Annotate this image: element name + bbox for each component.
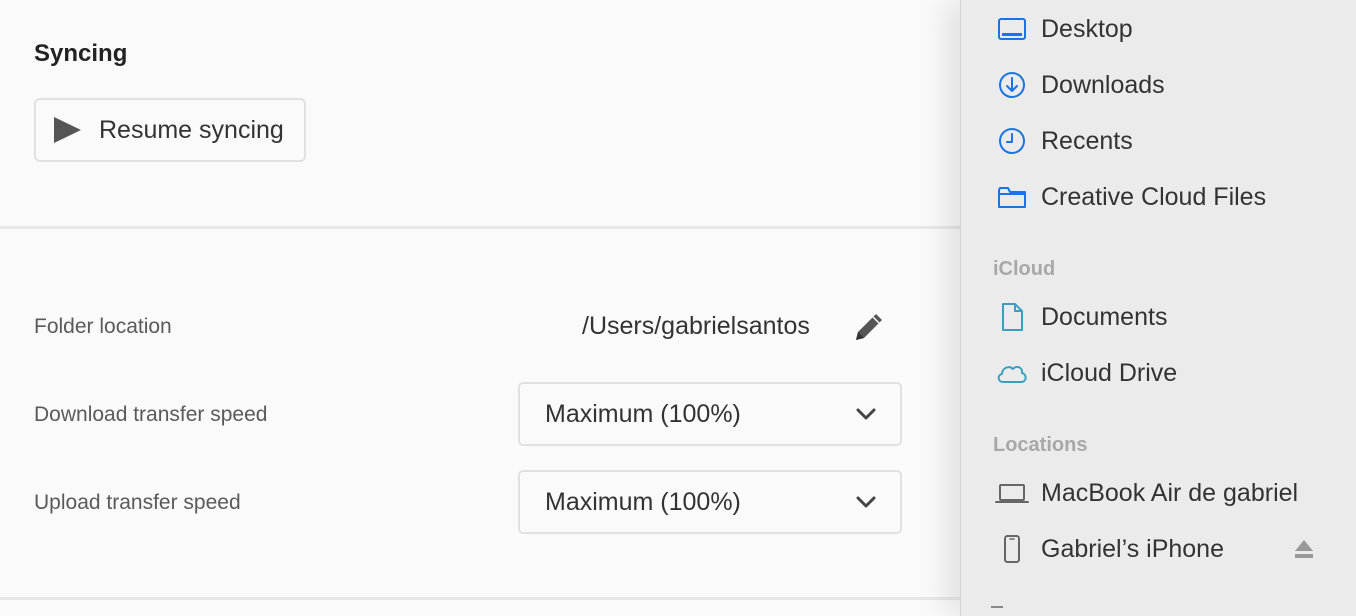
document-icon bbox=[1002, 303, 1023, 331]
play-icon bbox=[54, 117, 81, 143]
section-divider bbox=[0, 226, 960, 229]
folder-icon bbox=[998, 187, 1026, 208]
sidebar-item-label: Downloads bbox=[1041, 70, 1165, 99]
sidebar-section-icloud: iCloud bbox=[993, 258, 1056, 280]
sidebar-item-icloud-drive[interactable]: iCloud Drive bbox=[961, 348, 1356, 398]
resume-syncing-label: Resume syncing bbox=[99, 115, 284, 144]
resume-syncing-button[interactable]: Resume syncing bbox=[34, 98, 306, 162]
download-speed-value: Maximum (100%) bbox=[545, 399, 741, 428]
sidebar-item-label: Desktop bbox=[1041, 14, 1133, 43]
downloads-icon bbox=[999, 72, 1025, 98]
upload-speed-value: Maximum (100%) bbox=[545, 487, 741, 516]
sidebar-item-label: Recents bbox=[1041, 126, 1133, 155]
laptop-icon bbox=[995, 484, 1029, 503]
sidebar-item-recents[interactable]: Recents bbox=[961, 116, 1356, 166]
sidebar-item-macbook[interactable]: MacBook Air de gabriel bbox=[961, 468, 1356, 518]
upload-speed-label: Upload transfer speed bbox=[34, 491, 241, 514]
folder-location-label: Folder location bbox=[34, 315, 172, 338]
chevron-down-icon bbox=[856, 496, 876, 508]
eject-icon[interactable] bbox=[1293, 537, 1315, 561]
finder-sidebar: Desktop Downloads Recents Creative Cloud… bbox=[960, 0, 1356, 616]
desktop-icon bbox=[998, 18, 1026, 40]
chevron-down-icon bbox=[856, 408, 876, 420]
upload-speed-select[interactable]: Maximum (100%) bbox=[518, 470, 902, 534]
sidebar-item-label: Gabriel’s iPhone bbox=[1041, 534, 1224, 563]
download-speed-label: Download transfer speed bbox=[34, 403, 268, 426]
settings-panel: Syncing Resume syncing Folder location /… bbox=[0, 0, 960, 616]
sidebar-item-label: MacBook Air de gabriel bbox=[1041, 478, 1299, 507]
partial-sidebar-item bbox=[991, 606, 1003, 616]
sidebar-item-creative-cloud-files[interactable]: Creative Cloud Files bbox=[961, 172, 1356, 222]
sidebar-item-downloads[interactable]: Downloads bbox=[961, 60, 1356, 110]
download-speed-select[interactable]: Maximum (100%) bbox=[518, 382, 902, 446]
edit-pencil-icon[interactable] bbox=[852, 308, 888, 344]
sidebar-item-iphone[interactable]: Gabriel’s iPhone bbox=[961, 524, 1356, 574]
section-divider bbox=[0, 597, 960, 600]
clock-icon bbox=[999, 128, 1025, 154]
sidebar-item-label: Creative Cloud Files bbox=[1041, 182, 1267, 211]
cloud-icon bbox=[997, 365, 1027, 383]
sidebar-item-label: iCloud Drive bbox=[1041, 358, 1178, 387]
sidebar-item-documents[interactable]: Documents bbox=[961, 292, 1356, 342]
sidebar-item-label: Documents bbox=[1041, 302, 1168, 331]
iphone-icon bbox=[1004, 535, 1020, 563]
syncing-section-title: Syncing bbox=[34, 40, 128, 67]
sidebar-item-desktop[interactable]: Desktop bbox=[961, 4, 1356, 54]
folder-location-value: /Users/gabrielsantos bbox=[582, 312, 810, 340]
sidebar-section-locations: Locations bbox=[993, 434, 1088, 456]
